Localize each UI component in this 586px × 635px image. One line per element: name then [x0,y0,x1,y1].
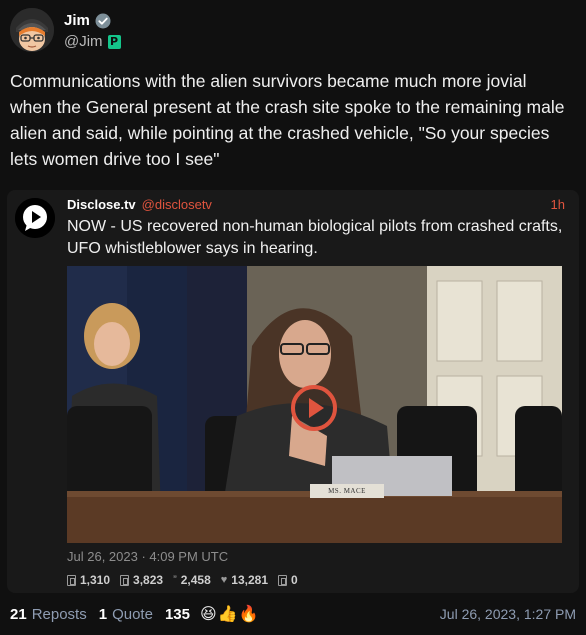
quoted-stats: 1,310 3,823 ” 2,458 ♥ 13,281 0 [67,573,298,587]
post-header: Jim @Jim P [10,8,121,54]
stat-retweets[interactable]: 3,823 [120,573,163,587]
post-timestamp[interactable]: Jul 26, 2023, 1:27 PM [440,606,576,622]
stat-quotes[interactable]: ” 2,458 [173,573,211,587]
quoted-time-ago[interactable]: 1h [551,197,565,212]
quoted-header: Disclose.tv @disclosetv 1h [67,197,565,212]
p-badge-icon: P [107,34,121,49]
disclose-logo-icon [15,198,55,238]
reaction-emojis[interactable]: 😆 👍 🔥 [200,604,259,624]
reactions-count[interactable]: 135 [165,606,190,623]
stat-bookmarks-value: 0 [291,573,298,587]
quoted-post-card[interactable]: Disclose.tv @disclosetv 1h NOW - US reco… [7,190,579,593]
post-text: Communications with the alien survivors … [10,71,565,169]
quoted-handle[interactable]: @disclosetv [142,197,212,212]
handle-row: @Jim P [64,33,121,50]
quote-icon: ” [173,574,177,586]
display-name-row: Jim [64,12,121,29]
quoted-text: NOW - US recovered non-human biological … [67,218,563,257]
author-handle[interactable]: @Jim [64,33,103,50]
quotes-label[interactable]: Quote [112,606,153,623]
retweet-icon [120,574,130,586]
reposts-count[interactable]: 21 [10,606,27,623]
stat-quotes-value: 2,458 [180,573,211,587]
post: Jim @Jim P Communications with the alien… [0,0,586,635]
thumbs-up-emoji-icon: 👍 [217,606,238,623]
cartoon-avatar-icon[interactable] [10,8,54,52]
stat-bookmarks[interactable]: 0 [278,573,298,587]
laughing-emoji-icon: 😆 [199,606,217,623]
stat-replies-value: 1,310 [80,573,111,587]
verified-check-icon [95,13,111,28]
quoted-display-name[interactable]: Disclose.tv [67,197,136,212]
stat-replies[interactable]: 1,310 [67,573,110,587]
bookmark-icon [278,574,287,586]
author-display-name[interactable]: Jim [64,12,90,29]
reposts-label[interactable]: Reposts [32,606,87,623]
post-footer: 21 Reposts 1 Quote 135 😆 👍 🔥 Jul 26, 202… [10,602,576,626]
stat-retweets-value: 3,823 [133,573,164,587]
fire-emoji-icon: 🔥 [238,606,259,623]
heart-icon: ♥ [220,574,228,586]
nameplate: MS. MACE [310,484,384,498]
stat-likes-value: 13,281 [231,573,268,587]
quoted-date: Jul 26, 2023 · 4:09 PM UTC [67,549,229,564]
play-icon[interactable] [290,384,338,432]
stat-likes[interactable]: ♥ 13,281 [221,573,268,587]
author-names: Jim @Jim P [64,12,121,54]
reply-icon [67,574,76,586]
quotes-count[interactable]: 1 [99,606,107,623]
quoted-avatar[interactable] [15,198,55,238]
video-thumbnail[interactable]: MS. MACE [67,266,562,543]
